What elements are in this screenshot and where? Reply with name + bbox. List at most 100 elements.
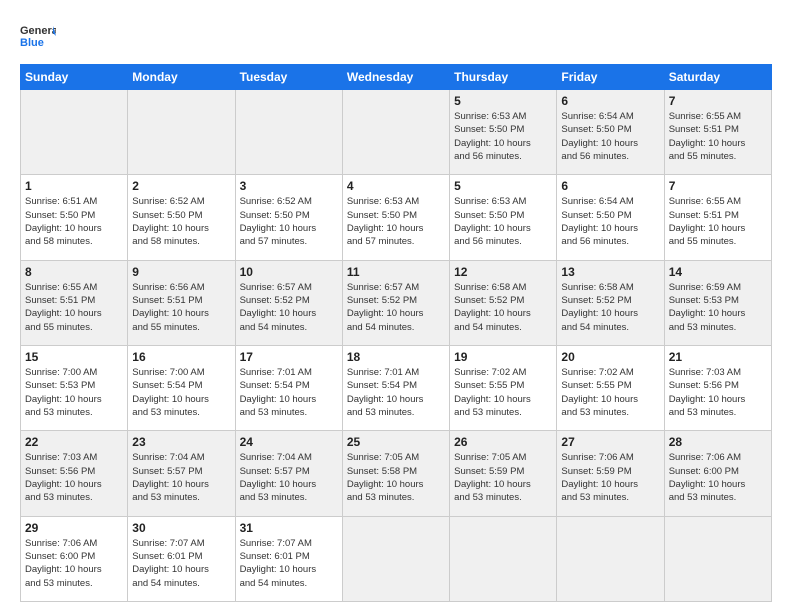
- calendar-cell: [342, 90, 449, 175]
- calendar-cell: 1 Sunrise: 6:51 AMSunset: 5:50 PMDaylight…: [21, 175, 128, 260]
- day-info: Sunrise: 7:01 AMSunset: 5:54 PMDaylight:…: [347, 366, 445, 419]
- calendar-cell: 25 Sunrise: 7:05 AMSunset: 5:58 PMDayligh…: [342, 431, 449, 516]
- calendar-cell: [235, 90, 342, 175]
- col-header-wednesday: Wednesday: [342, 65, 449, 90]
- day-number: 17: [240, 350, 338, 364]
- calendar-cell: 4Sunrise: 6:53 AMSunset: 5:50 PMDaylight…: [342, 175, 449, 260]
- col-header-monday: Monday: [128, 65, 235, 90]
- calendar-cell: 7 Sunrise: 6:55 AMSunset: 5:51 PMDaylight…: [664, 90, 771, 175]
- day-info: Sunrise: 6:58 AMSunset: 5:52 PMDaylight:…: [561, 281, 659, 334]
- calendar-cell: 14 Sunrise: 6:59 AMSunset: 5:53 PMDayligh…: [664, 260, 771, 345]
- day-info: Sunrise: 7:05 AMSunset: 5:59 PMDaylight:…: [454, 451, 552, 504]
- calendar-cell: 6 Sunrise: 6:54 AMSunset: 5:50 PMDaylight…: [557, 90, 664, 175]
- calendar-cell: 26 Sunrise: 7:05 AMSunset: 5:59 PMDayligh…: [450, 431, 557, 516]
- calendar-cell: [342, 516, 449, 601]
- day-number: 16: [132, 350, 230, 364]
- calendar-cell: 31 Sunrise: 7:07 AMSunset: 6:01 PMDayligh…: [235, 516, 342, 601]
- calendar-table: SundayMondayTuesdayWednesdayThursdayFrid…: [20, 64, 772, 602]
- calendar-cell: 18Sunrise: 7:01 AMSunset: 5:54 PMDayligh…: [342, 345, 449, 430]
- day-number: 5: [454, 94, 552, 108]
- day-info: Sunrise: 6:57 AMSunset: 5:52 PMDaylight:…: [240, 281, 338, 334]
- day-info: Sunrise: 7:04 AMSunset: 5:57 PMDaylight:…: [132, 451, 230, 504]
- day-info: Sunrise: 6:56 AMSunset: 5:51 PMDaylight:…: [132, 281, 230, 334]
- calendar-cell: 16 Sunrise: 7:00 AMSunset: 5:54 PMDayligh…: [128, 345, 235, 430]
- col-header-sunday: Sunday: [21, 65, 128, 90]
- calendar-cell: 20 Sunrise: 7:02 AMSunset: 5:55 PMDayligh…: [557, 345, 664, 430]
- day-info: Sunrise: 6:54 AMSunset: 5:50 PMDaylight:…: [561, 195, 659, 248]
- day-info: Sunrise: 7:00 AMSunset: 5:54 PMDaylight:…: [132, 366, 230, 419]
- day-number: 26: [454, 435, 552, 449]
- day-number: 21: [669, 350, 767, 364]
- calendar-cell: 23 Sunrise: 7:04 AMSunset: 5:57 PMDayligh…: [128, 431, 235, 516]
- day-info: Sunrise: 6:52 AMSunset: 5:50 PMDaylight:…: [240, 195, 338, 248]
- calendar-cell: [557, 516, 664, 601]
- day-info: Sunrise: 6:55 AMSunset: 5:51 PMDaylight:…: [25, 281, 123, 334]
- day-number: 7: [669, 179, 767, 193]
- svg-text:Blue: Blue: [20, 37, 44, 49]
- calendar-cell: 19 Sunrise: 7:02 AMSunset: 5:55 PMDayligh…: [450, 345, 557, 430]
- day-number: 6: [561, 179, 659, 193]
- day-number: 31: [240, 521, 338, 535]
- page: General Blue SundayMondayTuesdayWednesda…: [0, 0, 792, 612]
- calendar-cell: 10Sunrise: 6:57 AMSunset: 5:52 PMDayligh…: [235, 260, 342, 345]
- calendar-cell: 8Sunrise: 6:55 AMSunset: 5:51 PMDaylight…: [21, 260, 128, 345]
- header: General Blue: [20, 18, 772, 54]
- calendar-cell: 12 Sunrise: 6:58 AMSunset: 5:52 PMDayligh…: [450, 260, 557, 345]
- logo-bird-icon: General Blue: [20, 18, 56, 54]
- day-info: Sunrise: 7:05 AMSunset: 5:58 PMDaylight:…: [347, 451, 445, 504]
- day-number: 30: [132, 521, 230, 535]
- day-number: 13: [561, 265, 659, 279]
- day-number: 15: [25, 350, 123, 364]
- day-number: 23: [132, 435, 230, 449]
- day-number: 7: [669, 94, 767, 108]
- calendar-cell: 29Sunrise: 7:06 AMSunset: 6:00 PMDayligh…: [21, 516, 128, 601]
- day-number: 27: [561, 435, 659, 449]
- day-info: Sunrise: 7:02 AMSunset: 5:55 PMDaylight:…: [454, 366, 552, 419]
- calendar-cell: [128, 90, 235, 175]
- calendar-cell: 17Sunrise: 7:01 AMSunset: 5:54 PMDayligh…: [235, 345, 342, 430]
- calendar-cell: 5Sunrise: 6:53 AMSunset: 5:50 PMDaylight…: [450, 175, 557, 260]
- calendar-cell: 11Sunrise: 6:57 AMSunset: 5:52 PMDayligh…: [342, 260, 449, 345]
- day-number: 28: [669, 435, 767, 449]
- svg-text:General: General: [20, 25, 56, 37]
- calendar-cell: [450, 516, 557, 601]
- calendar-cell: 2Sunrise: 6:52 AMSunset: 5:50 PMDaylight…: [128, 175, 235, 260]
- day-number: 1: [25, 179, 123, 193]
- day-info: Sunrise: 6:54 AMSunset: 5:50 PMDaylight:…: [561, 110, 659, 163]
- calendar-cell: 5 Sunrise: 6:53 AMSunset: 5:50 PMDaylight…: [450, 90, 557, 175]
- day-info: Sunrise: 7:07 AMSunset: 6:01 PMDaylight:…: [132, 537, 230, 590]
- day-number: 25: [347, 435, 445, 449]
- day-number: 19: [454, 350, 552, 364]
- day-number: 24: [240, 435, 338, 449]
- day-info: Sunrise: 7:06 AMSunset: 6:00 PMDaylight:…: [669, 451, 767, 504]
- calendar-cell: 28 Sunrise: 7:06 AMSunset: 6:00 PMDayligh…: [664, 431, 771, 516]
- day-info: Sunrise: 6:55 AMSunset: 5:51 PMDaylight:…: [669, 110, 767, 163]
- day-number: 12: [454, 265, 552, 279]
- day-info: Sunrise: 6:51 AMSunset: 5:50 PMDaylight:…: [25, 195, 123, 248]
- calendar-cell: 6 Sunrise: 6:54 AMSunset: 5:50 PMDaylight…: [557, 175, 664, 260]
- calendar-cell: 15 Sunrise: 7:00 AMSunset: 5:53 PMDayligh…: [21, 345, 128, 430]
- day-number: 14: [669, 265, 767, 279]
- day-info: Sunrise: 7:06 AMSunset: 6:00 PMDaylight:…: [25, 537, 123, 590]
- day-number: 3: [240, 179, 338, 193]
- calendar-cell: 30 Sunrise: 7:07 AMSunset: 6:01 PMDayligh…: [128, 516, 235, 601]
- col-header-tuesday: Tuesday: [235, 65, 342, 90]
- day-info: Sunrise: 6:59 AMSunset: 5:53 PMDaylight:…: [669, 281, 767, 334]
- calendar-cell: 13 Sunrise: 6:58 AMSunset: 5:52 PMDayligh…: [557, 260, 664, 345]
- day-number: 22: [25, 435, 123, 449]
- day-info: Sunrise: 7:02 AMSunset: 5:55 PMDaylight:…: [561, 366, 659, 419]
- day-number: 11: [347, 265, 445, 279]
- calendar-cell: [21, 90, 128, 175]
- day-info: Sunrise: 7:06 AMSunset: 5:59 PMDaylight:…: [561, 451, 659, 504]
- day-info: Sunrise: 7:00 AMSunset: 5:53 PMDaylight:…: [25, 366, 123, 419]
- day-number: 20: [561, 350, 659, 364]
- day-number: 6: [561, 94, 659, 108]
- day-info: Sunrise: 7:07 AMSunset: 6:01 PMDaylight:…: [240, 537, 338, 590]
- day-info: Sunrise: 6:55 AMSunset: 5:51 PMDaylight:…: [669, 195, 767, 248]
- calendar-cell: 3 Sunrise: 6:52 AMSunset: 5:50 PMDaylight…: [235, 175, 342, 260]
- day-info: Sunrise: 6:58 AMSunset: 5:52 PMDaylight:…: [454, 281, 552, 334]
- calendar-cell: 21Sunrise: 7:03 AMSunset: 5:56 PMDayligh…: [664, 345, 771, 430]
- day-number: 9: [132, 265, 230, 279]
- calendar-cell: [664, 516, 771, 601]
- day-info: Sunrise: 6:53 AMSunset: 5:50 PMDaylight:…: [454, 110, 552, 163]
